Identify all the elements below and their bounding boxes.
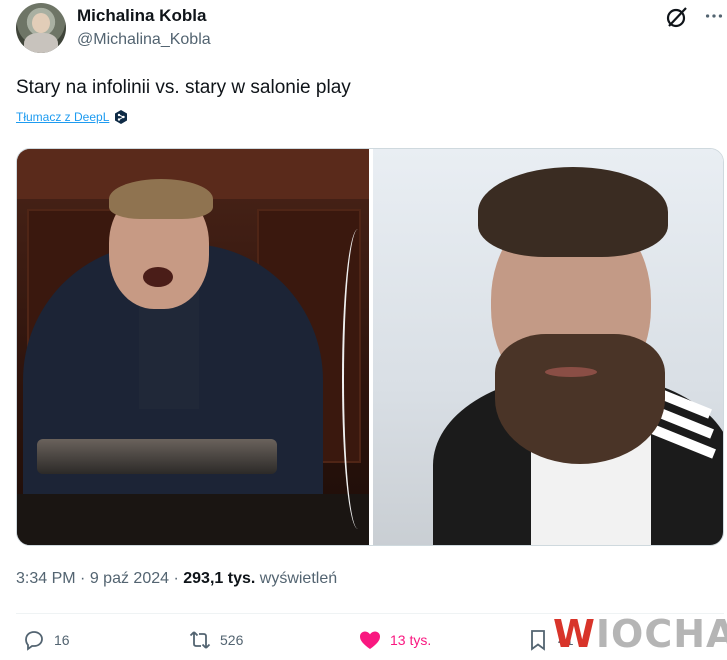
open-mouth-shape <box>143 267 173 287</box>
photo-speaker-at-podium[interactable] <box>17 149 369 545</box>
grok-icon[interactable] <box>665 5 689 29</box>
reply-icon <box>25 631 43 651</box>
translate-label[interactable]: Tłumacz z DeepL <box>16 110 109 124</box>
hair-shape <box>109 179 213 219</box>
retweet-icon <box>189 631 211 649</box>
more-icon[interactable] <box>703 5 725 27</box>
retweet-button[interactable]: 526 <box>188 628 243 652</box>
microphone-ring-shape <box>342 229 369 529</box>
tweet-date[interactable]: 9 paź 2024 <box>90 570 169 587</box>
reply-count: 16 <box>54 632 70 648</box>
mouth-shape <box>545 367 597 377</box>
tweet-meta: 3:34 PM · 9 paź 2024 · 293,1 tys. wyświe… <box>16 570 337 588</box>
podium-shape <box>37 439 277 474</box>
author-handle[interactable]: @Michalina_Kobla <box>77 31 211 49</box>
wiocha-watermark-logo: W IOCHA <box>553 612 727 656</box>
meta-separator: · <box>173 570 179 587</box>
tweet-media[interactable] <box>16 148 724 546</box>
views-label: wyświetleń <box>259 570 338 587</box>
retweet-count: 526 <box>220 632 244 648</box>
tweet-card: Michalina Kobla @Michalina_Kobla Stary n… <box>0 0 727 660</box>
heart-filled-icon <box>360 631 380 649</box>
deepl-icon <box>115 110 128 124</box>
like-count: 13 tys. <box>390 632 432 648</box>
views-count: 293,1 tys. <box>183 570 256 587</box>
reply-button[interactable]: 16 <box>22 628 70 652</box>
translate-link[interactable]: Tłumacz z DeepL <box>16 109 129 125</box>
avatar-body-shape <box>24 33 58 53</box>
photo-bearded-man[interactable] <box>373 149 723 545</box>
desk-shape <box>17 494 369 545</box>
author-name[interactable]: Michalina Kobla <box>77 6 206 26</box>
hair-shape <box>478 167 668 257</box>
tweet-time[interactable]: 3:34 PM <box>16 570 76 587</box>
avatar[interactable] <box>16 3 66 53</box>
bookmark-icon <box>531 630 545 651</box>
avatar-face-shape <box>32 13 50 33</box>
beard-shape <box>495 334 665 464</box>
tweet-text: Stary na infolinii vs. stary w salonie p… <box>16 77 351 98</box>
meta-separator: · <box>80 570 86 587</box>
like-button[interactable]: 13 tys. <box>358 628 431 652</box>
